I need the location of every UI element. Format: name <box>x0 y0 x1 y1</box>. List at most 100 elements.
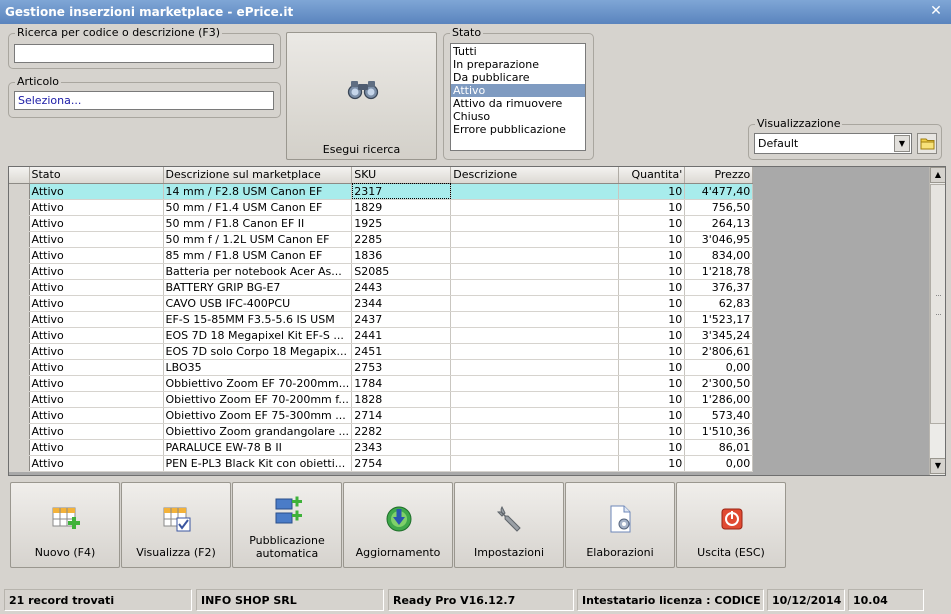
stato-listbox[interactable]: Tutti In preparazione Da pubblicare Atti… <box>450 43 586 151</box>
row-indicator[interactable] <box>9 231 30 248</box>
cell-sku[interactable]: S2085 <box>351 263 452 280</box>
table-row[interactable]: Attivo Obiettivo Zoom EF 70-200mm f... 182… <box>9 391 754 408</box>
cell-sku[interactable]: 1784 <box>351 375 452 392</box>
cell-quantita[interactable]: 10 <box>618 455 686 472</box>
cell-descrizione-marketplace[interactable]: BATTERY GRIP BG-E7 <box>163 279 353 296</box>
table-row[interactable]: Attivo PARALUCE EW-78 B II 2343 10 86,01 <box>9 439 754 456</box>
row-indicator[interactable] <box>9 295 30 312</box>
cell-sku[interactable]: 1836 <box>351 247 452 264</box>
cell-stato[interactable]: Attivo <box>29 311 164 328</box>
cell-stato[interactable]: Attivo <box>29 295 164 312</box>
cell-stato[interactable]: Attivo <box>29 231 164 248</box>
row-indicator[interactable] <box>9 375 30 392</box>
cell-quantita[interactable]: 10 <box>618 391 686 408</box>
cell-quantita[interactable]: 10 <box>618 279 686 296</box>
cell-sku[interactable]: 2282 <box>351 423 452 440</box>
cell-prezzo[interactable]: 1'286,00 <box>684 391 754 408</box>
cell-descrizione-marketplace[interactable]: Obiettivo Zoom EF 75-300mm ... <box>163 407 353 424</box>
cell-stato[interactable]: Attivo <box>29 279 164 296</box>
cell-sku[interactable]: 2714 <box>351 407 452 424</box>
cell-prezzo[interactable]: 834,00 <box>684 247 754 264</box>
cell-quantita[interactable]: 10 <box>618 327 686 344</box>
row-indicator[interactable] <box>9 199 30 216</box>
cell-prezzo[interactable]: 86,01 <box>684 439 754 456</box>
cell-quantita[interactable]: 10 <box>618 423 686 440</box>
cell-descrizione-marketplace[interactable]: Obbiettivo Zoom EF 70-200mm... <box>163 375 353 392</box>
cell-descrizione[interactable] <box>450 327 620 344</box>
cell-descrizione[interactable] <box>450 375 620 392</box>
row-indicator[interactable] <box>9 183 30 200</box>
cell-prezzo[interactable]: 1'523,17 <box>684 311 754 328</box>
column-header-descrizione-marketplace[interactable]: Descrizione sul marketplace <box>163 167 353 184</box>
cell-sku[interactable]: 1828 <box>351 391 452 408</box>
cell-sku[interactable]: 2451 <box>351 343 452 360</box>
cell-prezzo[interactable]: 2'300,50 <box>684 375 754 392</box>
table-row[interactable]: Attivo 50 mm f / 1.2L USM Canon EF 2285 10 3… <box>9 231 754 248</box>
cell-descrizione[interactable] <box>450 343 620 360</box>
scroll-up-icon[interactable]: ▲ <box>930 167 945 183</box>
cell-descrizione-marketplace[interactable]: PARALUCE EW-78 B II <box>163 439 353 456</box>
cell-descrizione-marketplace[interactable]: EOS 7D solo Corpo 18 Megapix... <box>163 343 353 360</box>
column-header-quantita[interactable]: Quantita' <box>618 167 686 184</box>
new-button[interactable]: Nuovo (F4) <box>10 482 120 568</box>
cell-quantita[interactable]: 10 <box>618 359 686 376</box>
cell-sku[interactable]: 2317 <box>351 183 452 200</box>
cell-descrizione-marketplace[interactable]: Batteria per notebook Acer As... <box>163 263 353 280</box>
column-header-prezzo[interactable]: Prezzo <box>684 167 754 184</box>
row-indicator[interactable] <box>9 455 30 472</box>
cell-prezzo[interactable]: 0,00 <box>684 455 754 472</box>
cell-prezzo[interactable]: 573,40 <box>684 407 754 424</box>
cell-descrizione-marketplace[interactable]: LBO35 <box>163 359 353 376</box>
table-row[interactable]: Attivo PEN E-PL3 Black Kit con obietti...… <box>9 455 754 472</box>
table-row[interactable]: Attivo Obiettivo Zoom EF 75-300mm ... 2714… <box>9 407 754 424</box>
table-row[interactable]: Attivo BATTERY GRIP BG-E7 2443 10 376,37 <box>9 279 754 296</box>
cell-sku[interactable]: 2344 <box>351 295 452 312</box>
cell-quantita[interactable]: 10 <box>618 311 686 328</box>
cell-quantita[interactable]: 10 <box>618 439 686 456</box>
cell-stato[interactable]: Attivo <box>29 263 164 280</box>
cell-prezzo[interactable]: 0,00 <box>684 359 754 376</box>
cell-prezzo[interactable]: 2'806,61 <box>684 343 754 360</box>
cell-quantita[interactable]: 10 <box>618 215 686 232</box>
table-row[interactable]: Attivo 85 mm / F1.8 USM Canon EF 1836 10 834… <box>9 247 754 264</box>
visualizzazione-combo[interactable]: Default ▼ <box>754 133 912 154</box>
cell-descrizione-marketplace[interactable]: EOS 7D 18 Megapixel Kit EF-S ... <box>163 327 353 344</box>
cell-stato[interactable]: Attivo <box>29 359 164 376</box>
row-indicator[interactable] <box>9 247 30 264</box>
row-indicator[interactable] <box>9 343 30 360</box>
scroll-thumb[interactable] <box>930 184 945 424</box>
column-header-sku[interactable]: SKU <box>351 167 452 184</box>
cell-descrizione-marketplace[interactable]: Obiettivo Zoom EF 70-200mm f... <box>163 391 353 408</box>
cell-quantita[interactable]: 10 <box>618 199 686 216</box>
cell-descrizione[interactable] <box>450 311 620 328</box>
search-input[interactable] <box>14 44 274 63</box>
cell-descrizione-marketplace[interactable]: 50 mm / F1.8 Canon EF II <box>163 215 353 232</box>
stato-option[interactable]: Chiuso <box>451 110 585 123</box>
view-button[interactable]: Visualizza (F2) <box>121 482 231 568</box>
listings-grid[interactable]: Stato Descrizione sul marketplace SKU De… <box>8 166 946 476</box>
table-row[interactable]: Attivo Obiettivo Zoom grandangolare ... 22… <box>9 423 754 440</box>
cell-descrizione[interactable] <box>450 231 620 248</box>
stato-option[interactable]: Attivo da rimuovere <box>451 97 585 110</box>
cell-quantita[interactable]: 10 <box>618 183 686 200</box>
cell-descrizione-marketplace[interactable]: EF-S 15-85MM F3.5-5.6 IS USM <box>163 311 353 328</box>
cell-quantita[interactable]: 10 <box>618 231 686 248</box>
cell-quantita[interactable]: 10 <box>618 263 686 280</box>
cell-stato[interactable]: Attivo <box>29 247 164 264</box>
stato-option[interactable]: Tutti <box>451 45 585 58</box>
cell-sku[interactable]: 2754 <box>351 455 452 472</box>
row-indicator[interactable] <box>9 439 30 456</box>
exit-button[interactable]: Uscita (ESC) <box>676 482 786 568</box>
cell-quantita[interactable]: 10 <box>618 375 686 392</box>
cell-descrizione[interactable] <box>450 455 620 472</box>
scroll-down-icon[interactable]: ▼ <box>930 458 945 474</box>
processes-button[interactable]: Elaborazioni <box>565 482 675 568</box>
cell-stato[interactable]: Attivo <box>29 375 164 392</box>
table-row[interactable]: Attivo 14 mm / F2.8 USM Canon EF 2317 10 4'4… <box>9 183 754 200</box>
stato-option[interactable]: In preparazione <box>451 58 585 71</box>
table-row[interactable]: Attivo 50 mm / F1.4 USM Canon EF 1829 10 756… <box>9 199 754 216</box>
cell-prezzo[interactable]: 1'218,78 <box>684 263 754 280</box>
row-indicator[interactable] <box>9 215 30 232</box>
cell-prezzo[interactable]: 756,50 <box>684 199 754 216</box>
cell-quantita[interactable]: 10 <box>618 295 686 312</box>
